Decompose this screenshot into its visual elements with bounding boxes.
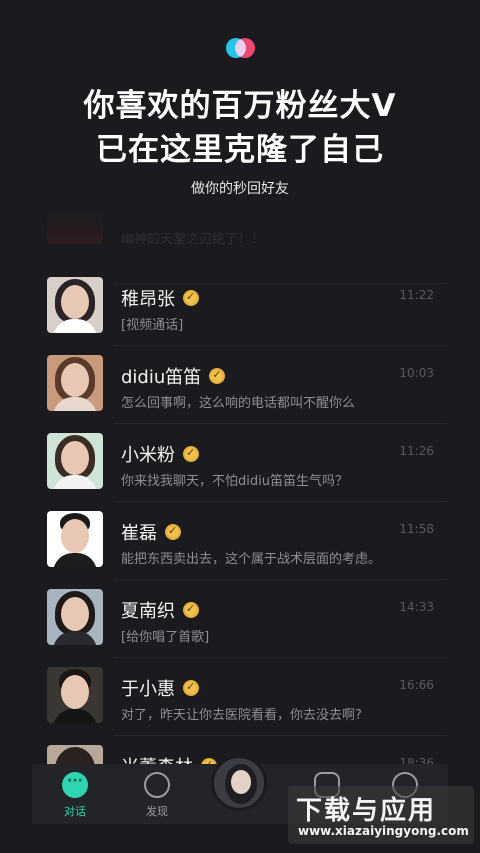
chat-bubble-icon <box>62 772 88 798</box>
chat-time: 10:03 <box>399 366 434 380</box>
discover-icon <box>144 772 170 798</box>
chat-name: 小米粉 <box>121 441 199 467</box>
chat-row[interactable]: 夏南织 14:33 [给你唱了首歌] <box>0 580 480 658</box>
center-avatar-button[interactable] <box>211 755 267 811</box>
chat-name: didiu笛笛 <box>121 363 226 389</box>
app-logo <box>226 38 256 58</box>
avatar <box>47 355 103 411</box>
watermark-url: www.xiazaiyingyong.com <box>298 824 469 838</box>
chat-message: 怎么回事啊，这么响的电话都叫不醒你么 <box>121 396 356 411</box>
watermark-title: 下载与应用 <box>296 796 437 826</box>
chat-name: 稚昂张 <box>121 285 199 311</box>
chat-time: 11:22 <box>399 288 434 302</box>
avatar <box>47 511 103 567</box>
verified-badge-icon <box>209 368 226 384</box>
chat-time: 16:66 <box>399 678 434 692</box>
chat-name: 于小惠 <box>121 675 199 701</box>
chat-name: 夏南织 <box>121 597 199 623</box>
avatar <box>47 210 103 244</box>
avatar <box>47 277 103 333</box>
chat-message: 对了，昨天让你去医院看看，你去没去啊? <box>121 708 362 723</box>
watermark: 下载与应用 www.xiazaiyingyong.com <box>288 786 474 844</box>
tab-discover-label: 发现 <box>146 805 168 818</box>
chat-list: 幽神的天堂之刃绝了！！ 稚昂张 11:22 [视频通话] didiu笛笛 10:… <box>0 210 480 770</box>
tab-chat[interactable]: 对话 <box>50 772 100 819</box>
avatar <box>47 589 103 645</box>
chat-time: 11:26 <box>399 444 434 458</box>
avatar <box>47 667 103 723</box>
chat-message: [给你唱了首歌] <box>121 630 210 645</box>
verified-badge-icon <box>183 290 199 306</box>
subtitle: 做你的秒回好友 <box>191 181 289 197</box>
chat-message: 幽神的天堂之刃绝了！！ <box>121 232 265 247</box>
chat-row[interactable]: didiu笛笛 10:03 怎么回事啊，这么响的电话都叫不醒你么 <box>0 346 480 424</box>
chat-row[interactable]: 崔磊 11:58 能把东西卖出去，这个属于战术层面的考虑。 <box>0 502 480 580</box>
tab-discover[interactable]: 发现 <box>132 772 182 819</box>
headline-line1: 你喜欢的百万粉丝大V <box>83 88 397 124</box>
chat-message: [视频通话] <box>121 318 184 333</box>
verified-badge-icon <box>183 602 199 618</box>
chat-message: 能把东西卖出去，这个属于战术层面的考虑。 <box>121 552 382 567</box>
chat-row[interactable]: 于小惠 16:66 对了，昨天让你去医院看看，你去没去啊? <box>0 658 480 736</box>
chat-row[interactable]: 小米粉 11:26 你来找我聊天，不怕didiu笛笛生气吗？ <box>0 424 480 502</box>
chat-name: 崔磊 <box>121 519 181 545</box>
verified-badge-icon <box>183 680 199 696</box>
verified-badge-icon <box>183 446 199 462</box>
chat-time: 11:58 <box>399 522 434 536</box>
headline-line2: 已在这里克隆了自己 <box>96 132 384 168</box>
chat-message: 你来找我聊天，不怕didiu笛笛生气吗？ <box>121 474 348 489</box>
chat-time: 14:33 <box>399 600 434 614</box>
tab-chat-label: 对话 <box>64 805 86 818</box>
verified-badge-icon <box>165 524 181 540</box>
chat-row[interactable]: 稚昂张 11:22 [视频通话] <box>0 268 480 346</box>
avatar <box>47 433 103 489</box>
